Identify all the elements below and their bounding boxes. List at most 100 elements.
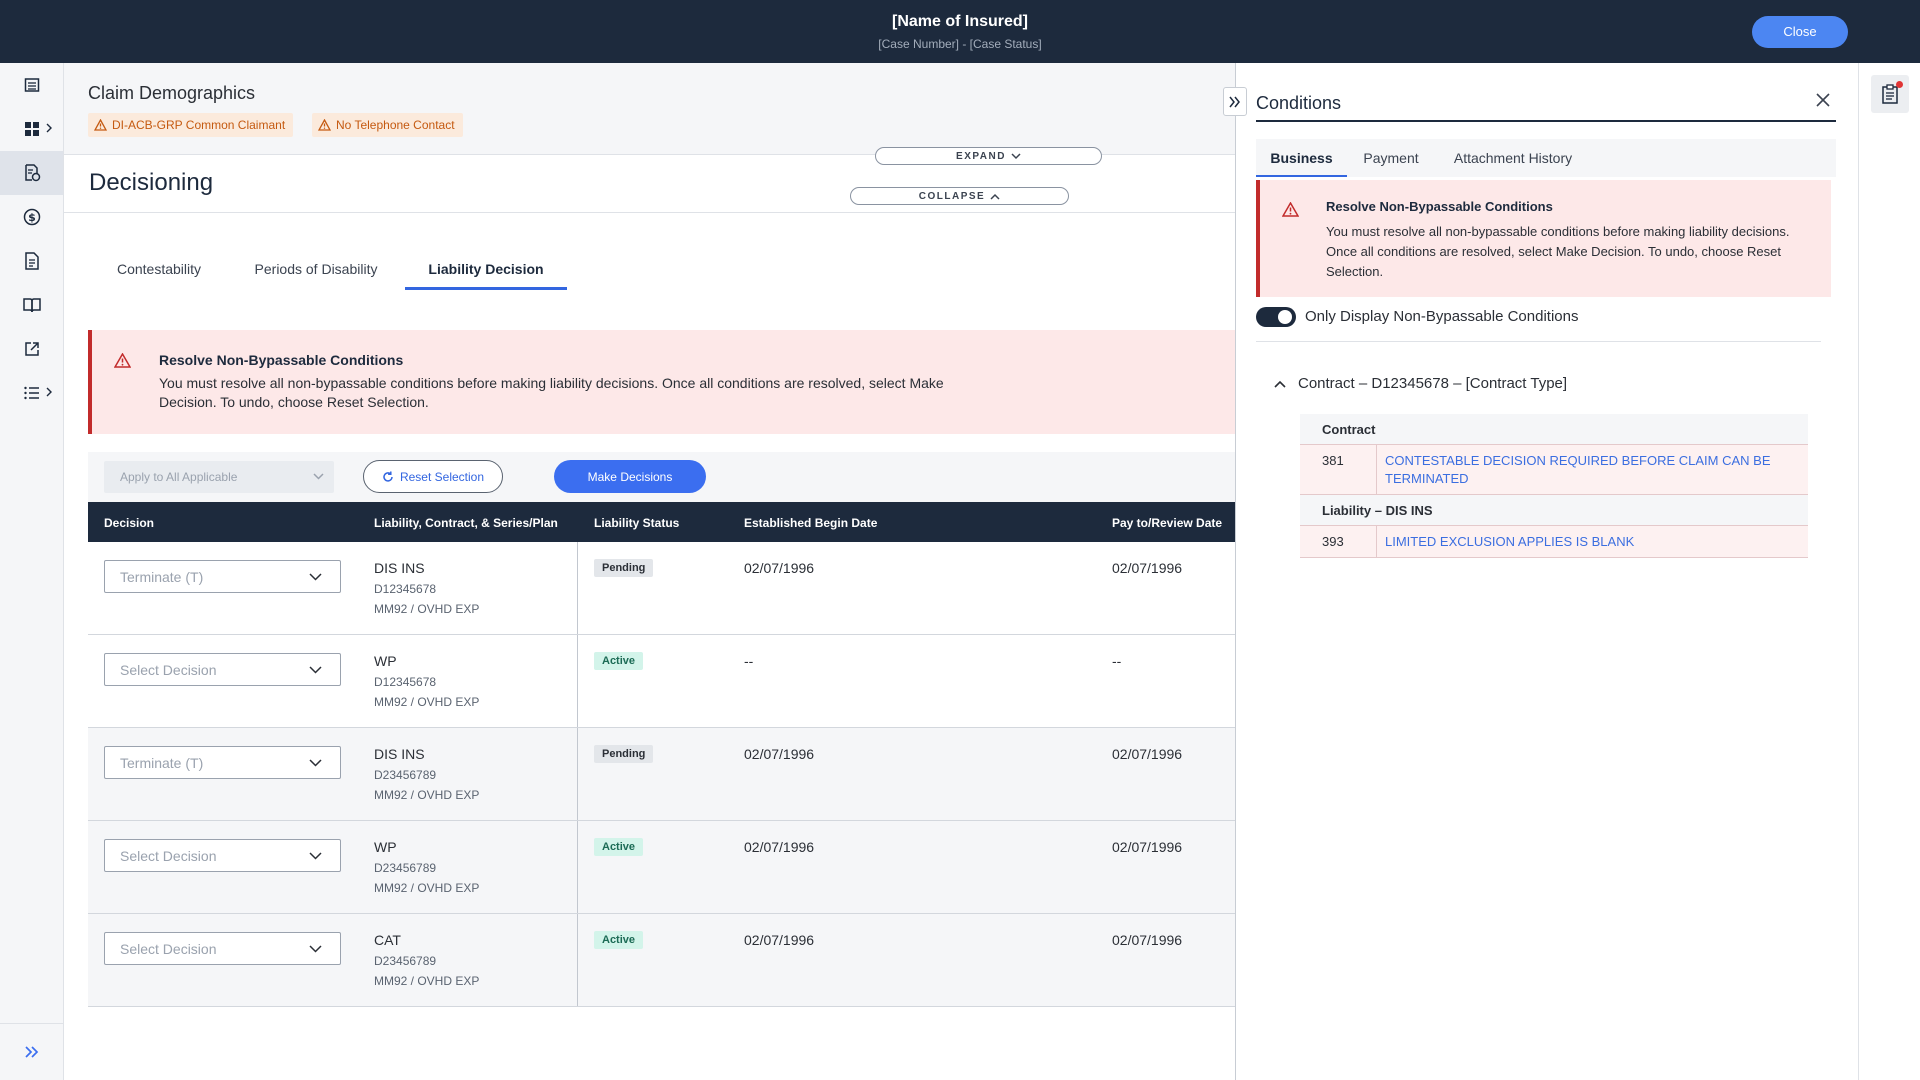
nav-book-item[interactable]	[0, 283, 63, 327]
contract-number: D12345678	[374, 582, 437, 596]
notification-dot	[1896, 81, 1903, 88]
warning-tag: DI-ACB-GRP Common Claimant	[88, 113, 294, 137]
warning-tag-label: DI-ACB-GRP Common Claimant	[112, 118, 286, 132]
warning-icon	[94, 119, 107, 131]
table-row: Terminate (T) DIS INS D23456789 MM92 / O…	[88, 728, 1235, 821]
alert-banner: Resolve Non-Bypassable Conditions You mu…	[88, 330, 1235, 434]
double-chevron-right-icon	[1228, 96, 1242, 108]
tab-periods-of-disability[interactable]: Periods of Disability	[230, 248, 402, 290]
book-icon	[22, 297, 41, 313]
nav-claim-document-item[interactable]	[0, 151, 63, 195]
conditions-tool-button[interactable]	[1871, 75, 1909, 113]
decision-select[interactable]: Select Decision	[104, 839, 341, 872]
page-title: Decisioning	[89, 169, 214, 196]
close-button[interactable]: Close	[1752, 16, 1848, 48]
menu-list-icon	[23, 386, 40, 400]
column-header: Liability, Contract, & Series/Plan	[374, 516, 558, 530]
toggle-label: Only Display Non-Bypassable Conditions	[1305, 308, 1579, 325]
liability-name: WP	[374, 839, 397, 855]
liability-name: DIS INS	[374, 560, 425, 576]
dashboard-icon	[24, 122, 39, 136]
decision-select[interactable]: Terminate (T)	[104, 560, 341, 593]
condition-group-header: Liability – DIS INS	[1300, 495, 1808, 525]
begin-date: 02/07/1996	[744, 932, 815, 948]
tab-payment[interactable]: Payment	[1347, 139, 1435, 177]
column-header: Established Begin Date	[744, 516, 878, 530]
reset-icon	[382, 471, 394, 483]
nav-document-item[interactable]	[0, 239, 63, 283]
chevron-up-icon	[1274, 380, 1286, 388]
decision-select-value: Select Decision	[120, 662, 217, 678]
double-chevron-right-icon	[24, 1045, 40, 1059]
non-bypassable-toggle[interactable]	[1256, 307, 1296, 327]
claim-document-icon	[23, 164, 41, 182]
alert-title: Resolve Non-Bypassable Conditions	[1326, 199, 1553, 214]
series-plan: MM92 / OVHD EXP	[374, 788, 480, 802]
pay-to-date: 02/07/1996	[1112, 932, 1183, 948]
chevron-down-icon	[309, 759, 322, 767]
collapse-panel-button[interactable]	[1223, 87, 1247, 116]
decision-toolbar: Apply to All Applicable Reset Selection …	[88, 452, 1235, 502]
apply-to-all-select[interactable]: Apply to All Applicable	[104, 461, 334, 493]
expand-button[interactable]: EXPAND	[875, 147, 1102, 165]
chevron-down-icon	[309, 852, 322, 860]
tab-liability-decision[interactable]: Liability Decision	[405, 248, 567, 290]
warning-tag-label: No Telephone Contact	[336, 118, 455, 132]
series-plan: MM92 / OVHD EXP	[374, 695, 480, 709]
chevron-down-icon	[309, 573, 322, 581]
top-bar: [Name of Insured] [Case Number] - [Case …	[0, 0, 1920, 63]
close-panel-button[interactable]	[1816, 93, 1830, 107]
column-divider	[577, 821, 578, 913]
contract-number: D23456789	[374, 861, 437, 875]
column-divider	[577, 635, 578, 727]
table-row: Select Decision WP D23456789 MM92 / OVHD…	[88, 821, 1235, 914]
close-icon	[1816, 93, 1830, 107]
nav-external-link-item[interactable]	[0, 327, 63, 371]
contract-heading: Contract – D12345678 – [Contract Type]	[1298, 375, 1568, 392]
title-underline	[1256, 120, 1836, 122]
conditions-panel: Conditions Business Payment Attachment H…	[1235, 63, 1858, 1080]
conditions-tabs: Business Payment Attachment History	[1256, 139, 1836, 177]
status-badge: Active	[594, 838, 644, 856]
nav-menu-list-item[interactable]	[0, 371, 63, 415]
nav-list-item[interactable]	[0, 63, 63, 107]
column-header: Pay to/Review Date	[1112, 516, 1223, 530]
decision-select[interactable]: Select Decision	[104, 932, 341, 965]
begin-date: 02/07/1996	[744, 746, 815, 762]
warning-icon	[1282, 202, 1299, 217]
condition-row: 393 LIMITED EXCLUSION APPLIES IS BLANK	[1300, 525, 1808, 558]
pay-to-date: 02/07/1996	[1112, 560, 1183, 576]
column-divider	[577, 542, 578, 634]
collapse-label: COLLAPSE	[918, 190, 986, 202]
decision-select-value: Terminate (T)	[120, 569, 204, 585]
decision-select-value: Select Decision	[120, 941, 217, 957]
insured-name: [Name of Insured]	[891, 13, 1028, 30]
contract-number: D23456789	[374, 954, 437, 968]
tab-contestability[interactable]: Contestability	[88, 248, 230, 290]
chevron-down-icon	[313, 473, 324, 480]
condition-link[interactable]: LIMITED EXCLUSION APPLIES IS BLANK	[1377, 526, 1808, 557]
status-badge: Pending	[594, 559, 654, 577]
liability-name: DIS INS	[374, 746, 425, 762]
main-content: Claim Demographics DI-ACB-GRP Common Cla…	[64, 63, 1235, 1080]
reset-selection-button[interactable]: Reset Selection	[363, 460, 503, 493]
alert-text: You must resolve all non-bypassable cond…	[1326, 224, 1790, 279]
contract-group-toggle[interactable]: Contract – D12345678 – [Contract Type]	[1274, 375, 1567, 392]
claim-demographics-section: Claim Demographics DI-ACB-GRP Common Cla…	[64, 63, 1235, 155]
tab-attachment-history[interactable]: Attachment History	[1438, 139, 1588, 177]
chevron-right-icon	[45, 123, 53, 133]
nav-dashboard-item[interactable]	[0, 107, 63, 151]
tab-business[interactable]: Business	[1256, 139, 1347, 177]
expand-label: EXPAND	[956, 150, 1006, 162]
make-decisions-button[interactable]: Make Decisions	[554, 460, 706, 493]
decision-select[interactable]: Select Decision	[104, 653, 341, 686]
contract-number: D12345678	[374, 675, 437, 689]
expand-nav-button[interactable]	[0, 1023, 63, 1080]
decision-select[interactable]: Terminate (T)	[104, 746, 341, 779]
condition-link[interactable]: CONTESTABLE DECISION REQUIRED BEFORE CLA…	[1377, 445, 1808, 494]
collapse-button[interactable]: COLLAPSE	[850, 187, 1069, 205]
claim-demographics-title: Claim Demographics	[88, 83, 256, 103]
nav-payments-item[interactable]: $	[0, 195, 63, 239]
chevron-down-icon	[1011, 152, 1021, 160]
begin-date: 02/07/1996	[744, 839, 815, 855]
